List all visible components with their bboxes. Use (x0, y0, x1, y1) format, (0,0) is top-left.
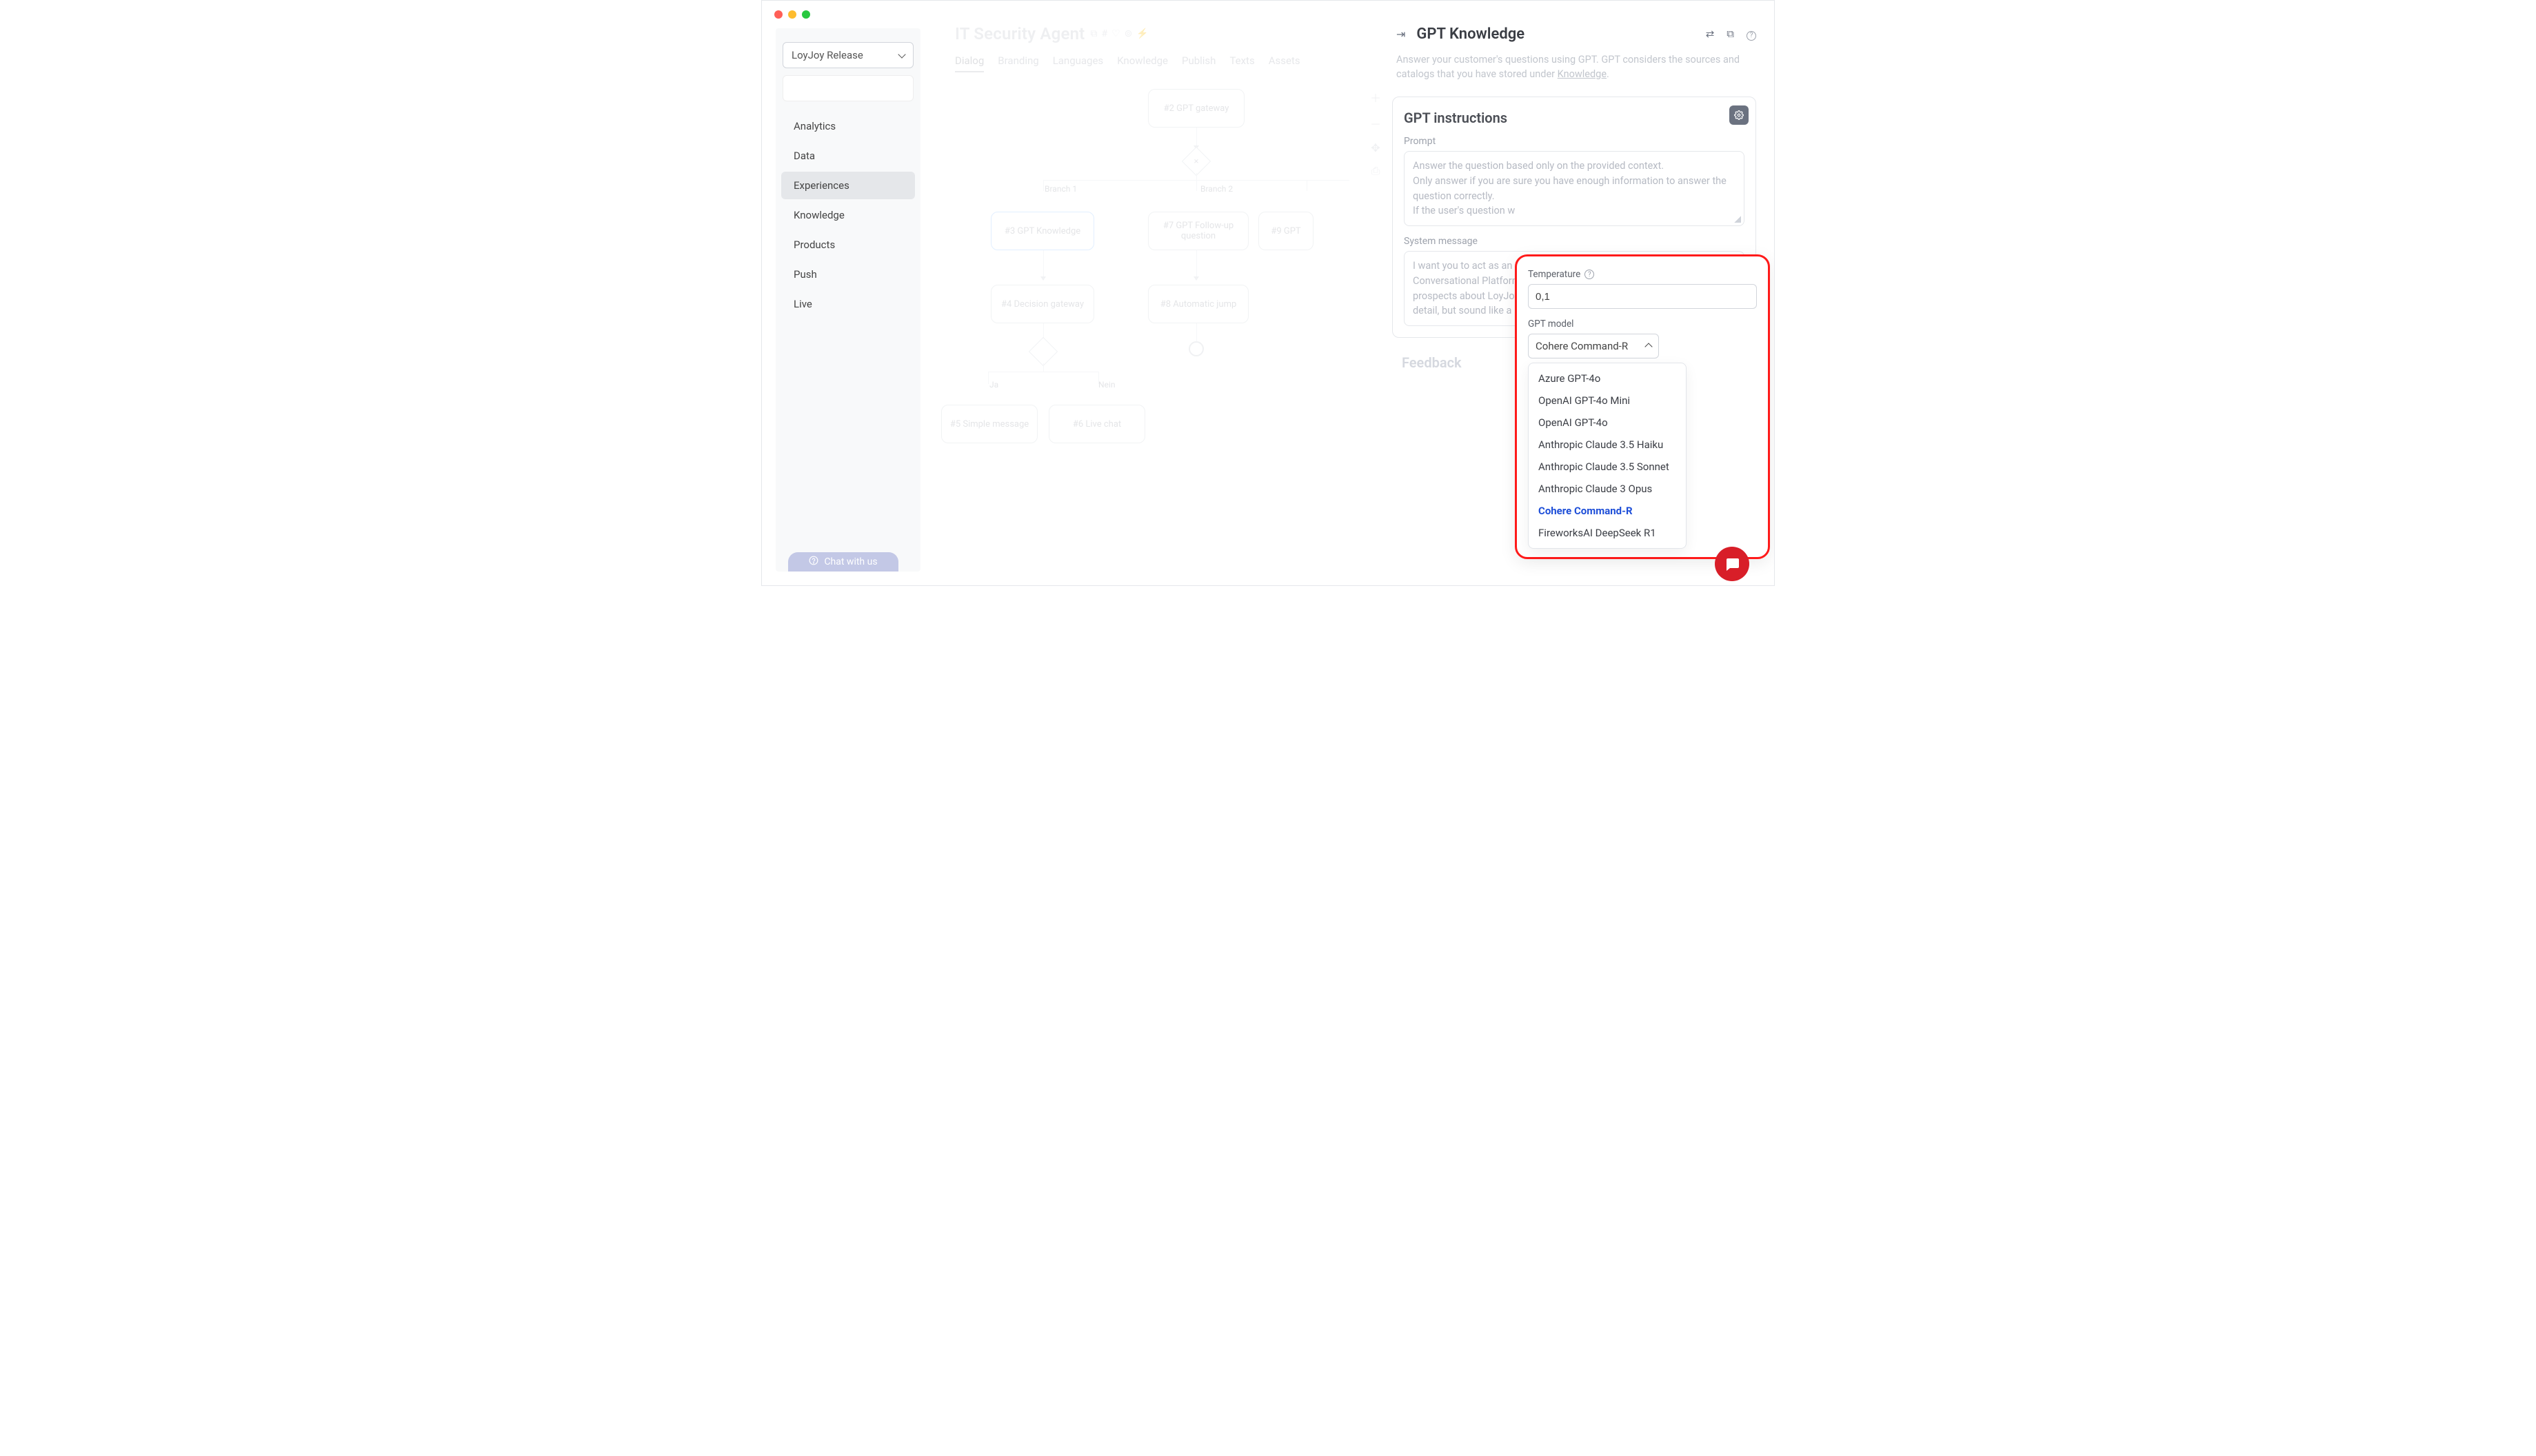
main: IT Security Agent ⧉ # ♡ ⊚ ⚡ Dialog Brandi… (934, 20, 1758, 585)
collapse-icon[interactable]: ⇥ (1396, 28, 1405, 41)
sidebar-search[interactable] (783, 75, 914, 101)
temperature-input[interactable] (1528, 284, 1757, 309)
tab-assets[interactable]: Assets (1269, 54, 1300, 72)
sidebar-item-live[interactable]: Live (781, 290, 915, 318)
chat-with-us[interactable]: Chat with us (788, 552, 898, 572)
prompt-textarea[interactable]: Answer the question based only on the pr… (1404, 151, 1744, 226)
tab-languages[interactable]: Languages (1053, 54, 1104, 72)
copy-icon[interactable]: ⧉ (1727, 28, 1734, 41)
model-label: GPT model (1528, 318, 1757, 330)
gear-button[interactable] (1729, 105, 1749, 125)
tab-branding[interactable]: Branding (998, 54, 1038, 72)
model-option[interactable]: Azure GPT-4o (1529, 367, 1686, 390)
node-gpt-knowledge[interactable]: #3 GPT Knowledge (991, 212, 1094, 250)
heart-icon[interactable]: ♡ (1111, 28, 1120, 39)
release-label: LoyJoy Release (792, 49, 863, 61)
chat-icon (1724, 556, 1740, 572)
help-icon[interactable]: ? (1584, 270, 1594, 279)
sidebar-item-data[interactable]: Data (781, 142, 915, 170)
close-icon[interactable] (774, 10, 783, 19)
tab-dialog[interactable]: Dialog (955, 54, 984, 72)
node-automatic-jump[interactable]: #8 Automatic jump (1148, 285, 1249, 323)
model-option[interactable]: OpenAI GPT-4o (1529, 412, 1686, 434)
model-select[interactable]: Cohere Command-R (1528, 334, 1659, 358)
print-icon[interactable]: ⎙ (1371, 164, 1380, 178)
ja-label: Ja (989, 380, 998, 390)
tab-publish[interactable]: Publish (1182, 54, 1216, 72)
node-gpt-9[interactable]: #9 GPT (1258, 212, 1314, 250)
sidebar-item-analytics[interactable]: Analytics (781, 112, 915, 140)
branch-2-label: Branch 2 (1200, 184, 1233, 194)
page-title: IT Security Agent (955, 24, 1085, 43)
tab-knowledge[interactable]: Knowledge (1117, 54, 1168, 72)
copy-icon[interactable]: ⧉ (1090, 28, 1097, 39)
minus-icon[interactable]: － (1370, 115, 1381, 132)
plus-icon[interactable]: ＋ (1370, 89, 1381, 105)
globe-icon[interactable]: ⊚ (1125, 28, 1133, 39)
model-option[interactable]: Anthropic Claude 3.5 Sonnet (1529, 456, 1686, 478)
end-circle (1189, 341, 1204, 356)
node-simple-message[interactable]: #5 Simple message (941, 405, 1038, 443)
chevron-down-icon (898, 50, 905, 58)
maximize-icon[interactable] (802, 10, 810, 19)
chat-bubble-button[interactable] (1715, 547, 1749, 581)
chevron-up-icon (1644, 343, 1652, 350)
prompt-label: Prompt (1404, 136, 1744, 147)
settings-icon[interactable]: ⇄ (1706, 28, 1715, 41)
model-option[interactable]: Anthropic Claude 3 Opus (1529, 478, 1686, 500)
sidebar: LoyJoy Release AnalyticsDataExperiencesK… (776, 28, 920, 572)
model-dropdown: Azure GPT-4oOpenAI GPT-4o MiniOpenAI GPT… (1528, 363, 1687, 549)
node-follow-up[interactable]: #7 GPT Follow-up question (1148, 212, 1249, 250)
panel-description: Answer your customer's questions using G… (1392, 46, 1758, 81)
minimize-icon[interactable] (788, 10, 796, 19)
move-icon[interactable]: ✥ (1371, 141, 1380, 154)
tab-texts[interactable]: Texts (1229, 54, 1254, 72)
gear-icon (1734, 110, 1744, 120)
help-icon[interactable]: ? (1747, 28, 1756, 41)
node-decision-gateway[interactable]: #4 Decision gateway (991, 285, 1094, 323)
sidebar-item-experiences[interactable]: Experiences (781, 172, 915, 199)
resize-handle-icon[interactable] (1734, 216, 1741, 223)
node-gpt-gateway[interactable]: #2 GPT gateway (1148, 89, 1245, 128)
system-label: System message (1404, 236, 1744, 247)
help-icon (809, 556, 818, 568)
model-option[interactable]: Cohere Command-R (1529, 500, 1686, 522)
sidebar-item-knowledge[interactable]: Knowledge (781, 201, 915, 229)
sidebar-item-products[interactable]: Products (781, 231, 915, 259)
model-option[interactable]: OpenAI GPT-4o Mini (1529, 390, 1686, 412)
hash-icon[interactable]: # (1101, 28, 1107, 39)
node-live-chat[interactable]: #6 Live chat (1049, 405, 1145, 443)
panel-title: GPT Knowledge (1416, 26, 1524, 43)
sidebar-item-push[interactable]: Push (781, 261, 915, 288)
temperature-label: Temperature ? (1528, 269, 1757, 280)
branch-1-label: Branch 1 (1045, 184, 1077, 194)
canvas-tools: ＋ － ✥ ⎙ (1370, 89, 1381, 178)
nein-label: Nein (1098, 380, 1115, 390)
title-icons: ⧉ # ♡ ⊚ ⚡ (1090, 28, 1148, 39)
model-settings-popover: Temperature ? GPT model Cohere Command-R… (1515, 254, 1770, 559)
model-option[interactable]: FireworksAI DeepSeek R1 (1529, 522, 1686, 544)
node-gateway-diamond[interactable]: × (1182, 147, 1211, 176)
card-title: GPT instructions (1404, 110, 1744, 126)
bolt-icon[interactable]: ⚡ (1136, 28, 1148, 39)
window-controls (774, 10, 810, 19)
release-select[interactable]: LoyJoy Release (783, 42, 914, 68)
model-option[interactable]: Anthropic Claude 3.5 Haiku (1529, 434, 1686, 456)
decision-diamond[interactable] (1029, 337, 1058, 366)
